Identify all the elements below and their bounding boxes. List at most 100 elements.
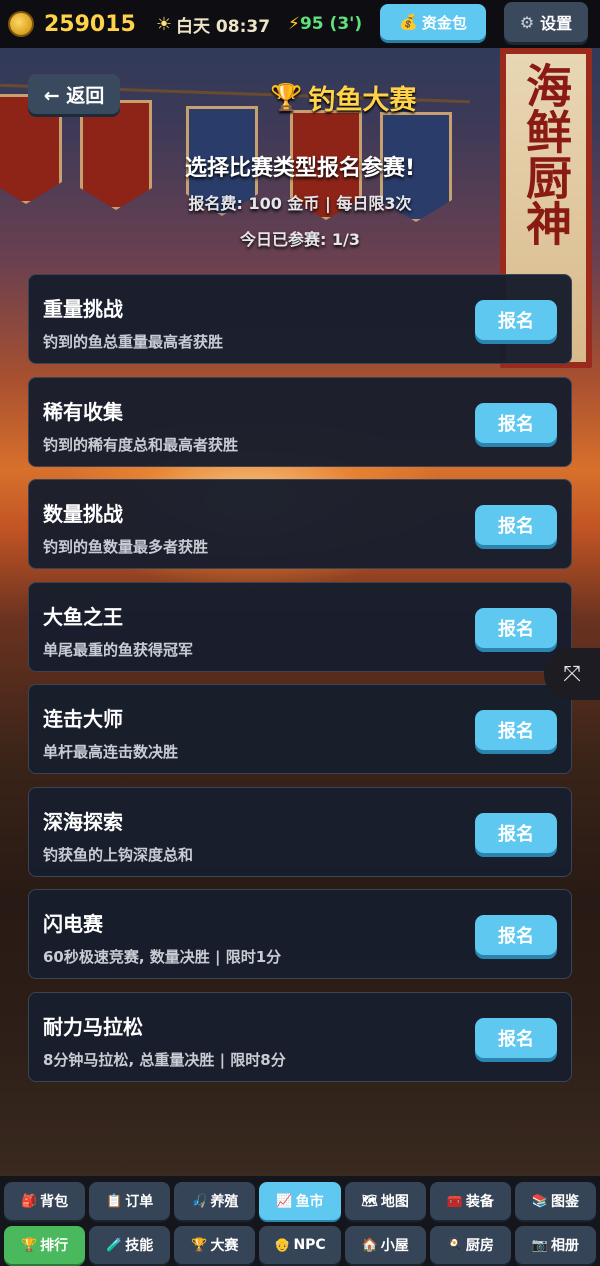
nav-map[interactable]: 🗺 地图 bbox=[344, 1182, 426, 1220]
coin-count: 259015 bbox=[44, 11, 136, 37]
back-label: ← 返回 bbox=[43, 84, 105, 107]
energy-count: 95 (3') bbox=[299, 14, 363, 34]
toolbox-icon: 🧰 bbox=[446, 1193, 463, 1209]
nav-label: 小屋 bbox=[380, 1238, 409, 1254]
nav-row-1: 🎒 背包 📋 订单 🎣 养殖 📈 鱼市 🗺 地图 🧰 装备 📚 图鉴 bbox=[4, 1182, 596, 1220]
trophy-icon: 🏆 bbox=[20, 1237, 38, 1253]
contest-description: 钓到的稀有度总和最高者获胜 bbox=[43, 435, 239, 454]
camera-icon: 📷 bbox=[531, 1237, 548, 1253]
contest-title: 深海探索 bbox=[43, 809, 123, 834]
page-title: 🏆 钓鱼大赛 bbox=[270, 78, 416, 117]
npc-icon: 👴 bbox=[274, 1237, 291, 1253]
contest-description: 钓获鱼的上钩深度总和 bbox=[43, 845, 194, 864]
contest-description: 钓到的鱼数量最多者获胜 bbox=[43, 538, 209, 556]
fishing-icon: 🎣 bbox=[191, 1193, 208, 1209]
signup-button[interactable]: 报名 bbox=[475, 915, 557, 955]
contest-description: 单尾最重的鱼获得冠军 bbox=[43, 640, 194, 659]
fund-pack-label: 资金包 bbox=[421, 13, 467, 32]
game-time: 白天 08:37 bbox=[176, 16, 271, 37]
contest-card-rare: 稀有收集 钓到的稀有度总和最高者获胜 报名 bbox=[28, 376, 572, 467]
contest-card-big-fish: 大鱼之王 单尾最重的鱼获得冠军 报名 bbox=[28, 581, 572, 672]
nav-row-2: 🏆 排行 🧪 技能 🏆 大赛 👴 NPC 🏠 小屋 🍳 厨房 📷 相册 bbox=[4, 1226, 596, 1264]
contest-title: 闪电赛 bbox=[43, 912, 103, 936]
backpack-icon: 🎒 bbox=[20, 1193, 38, 1209]
nav-label: 订单 bbox=[125, 1194, 154, 1210]
nav-label: 图鉴 bbox=[551, 1194, 579, 1210]
subtitle: 选择比赛类型报名参赛! bbox=[184, 156, 416, 181]
contest-description: 钓到的鱼总重量最高者获胜 bbox=[43, 333, 224, 351]
nav-label: 鱼市 bbox=[295, 1194, 324, 1210]
sun-icon: ☀ bbox=[155, 13, 172, 35]
fund-pack-button[interactable]: 💰 资金包 bbox=[380, 4, 486, 40]
nav-label: 大赛 bbox=[210, 1238, 239, 1254]
contest-card-marathon: 耐力马拉松 8分钟马拉松, 总重量决胜 | 限时8分 报名 bbox=[28, 991, 572, 1082]
contest-card-weight: 重量挑战 钓到的鱼总重量最高者获胜 报名 bbox=[28, 274, 572, 364]
nav-orders[interactable]: 📋 订单 bbox=[89, 1182, 171, 1220]
signup-button[interactable]: 报名 bbox=[475, 505, 557, 545]
fullscreen-toggle[interactable]: ⤧ bbox=[544, 648, 600, 700]
contest-title: 数量挑战 bbox=[43, 502, 123, 526]
house-icon: 🏠 bbox=[361, 1237, 378, 1253]
nav-kitchen[interactable]: 🍳 厨房 bbox=[429, 1226, 511, 1264]
nav-skills[interactable]: 🧪 技能 bbox=[89, 1226, 171, 1264]
nav-encyclopedia[interactable]: 📚 图鉴 bbox=[514, 1182, 596, 1220]
signup-button[interactable]: 报名 bbox=[475, 402, 557, 443]
nav-equipment[interactable]: 🧰 装备 bbox=[429, 1182, 511, 1220]
contest-card-deep-sea: 深海探索 钓获鱼的上钩深度总和 报名 bbox=[28, 786, 572, 877]
contest-card-combo: 连击大师 单杆最高连击数决胜 报名 bbox=[28, 684, 572, 774]
contest-title: 耐力马拉松 bbox=[43, 1014, 143, 1039]
nav-label: 养殖 bbox=[210, 1194, 239, 1210]
nav-contest[interactable]: 🏆 大赛 bbox=[174, 1226, 256, 1264]
contest-description: 单杆最高连击数决胜 bbox=[43, 743, 179, 761]
chart-icon: 📈 bbox=[276, 1193, 293, 1209]
nav-label: 技能 bbox=[125, 1238, 154, 1254]
signup-button[interactable]: 报名 bbox=[475, 812, 557, 853]
nav-label: 装备 bbox=[465, 1194, 494, 1210]
expand-icon: ⤧ bbox=[563, 661, 581, 687]
clipboard-icon: 📋 bbox=[106, 1193, 123, 1209]
entry-fee-text: 报名费: 100 金币 | 每日限3次 bbox=[188, 194, 412, 213]
money-bag-icon: 💰 bbox=[399, 13, 418, 31]
signup-button[interactable]: 报名 bbox=[475, 1017, 557, 1058]
contest-card-lightning: 闪电赛 60秒极速竞赛, 数量决胜 | 限时1分 报名 bbox=[28, 889, 572, 979]
nav-backpack[interactable]: 🎒 背包 bbox=[4, 1182, 86, 1220]
map-icon: 🗺 bbox=[361, 1193, 378, 1209]
signup-button[interactable]: 报名 bbox=[475, 300, 557, 340]
contest-title: 大鱼之王 bbox=[43, 604, 123, 629]
nav-npc[interactable]: 👴 NPC bbox=[259, 1226, 341, 1264]
contest-title: 连击大师 bbox=[43, 707, 123, 731]
contest-description: 60秒极速竞赛, 数量决胜 | 限时1分 bbox=[43, 948, 282, 966]
page-title-text: 钓鱼大赛 bbox=[308, 85, 417, 116]
potion-icon: 🧪 bbox=[106, 1237, 123, 1253]
coin-icon bbox=[8, 11, 34, 37]
nav-label: 相册 bbox=[551, 1238, 579, 1254]
nav-ranking[interactable]: 🏆 排行 bbox=[4, 1226, 86, 1264]
nav-farming[interactable]: 🎣 养殖 bbox=[174, 1182, 256, 1220]
bottom-nav: 🎒 背包 📋 订单 🎣 养殖 📈 鱼市 🗺 地图 🧰 装备 📚 图鉴 🏆 排行 … bbox=[0, 1176, 600, 1266]
books-icon: 📚 bbox=[531, 1193, 548, 1209]
trophy-icon: 🏆 bbox=[270, 82, 303, 113]
contest-list: 重量挑战 钓到的鱼总重量最高者获胜 报名 稀有收集 钓到的稀有度总和最高者获胜 … bbox=[28, 274, 572, 1094]
settings-label: 设置 bbox=[540, 14, 573, 33]
nav-label: NPC bbox=[293, 1237, 326, 1253]
pan-icon: 🍳 bbox=[446, 1237, 463, 1253]
nav-fish-market[interactable]: 📈 鱼市 bbox=[259, 1182, 341, 1220]
nav-label: 背包 bbox=[40, 1194, 69, 1210]
nav-cabin[interactable]: 🏠 小屋 bbox=[344, 1226, 426, 1264]
contest-card-quantity: 数量挑战 钓到的鱼数量最多者获胜 报名 bbox=[28, 479, 572, 569]
nav-label: 地图 bbox=[380, 1194, 409, 1210]
contest-title: 稀有收集 bbox=[43, 399, 123, 424]
nav-label: 排行 bbox=[40, 1238, 69, 1254]
lightning-icon: ⚡ bbox=[288, 14, 300, 34]
nav-album[interactable]: 📷 相册 bbox=[514, 1226, 596, 1264]
contest-title: 重量挑战 bbox=[43, 297, 123, 321]
settings-button[interactable]: ⚙ 设置 bbox=[504, 2, 588, 42]
trophy-icon: 🏆 bbox=[191, 1237, 208, 1253]
back-button[interactable]: ← 返回 bbox=[28, 74, 120, 114]
signup-button[interactable]: 报名 bbox=[475, 710, 557, 750]
signup-button[interactable]: 报名 bbox=[475, 607, 557, 648]
gear-icon: ⚙ bbox=[519, 12, 535, 32]
contest-description: 8分钟马拉松, 总重量决胜 | 限时8分 bbox=[43, 1050, 286, 1069]
nav-label: 厨房 bbox=[465, 1238, 494, 1254]
joined-count-text: 今日已参赛: 1/3 bbox=[239, 230, 361, 249]
